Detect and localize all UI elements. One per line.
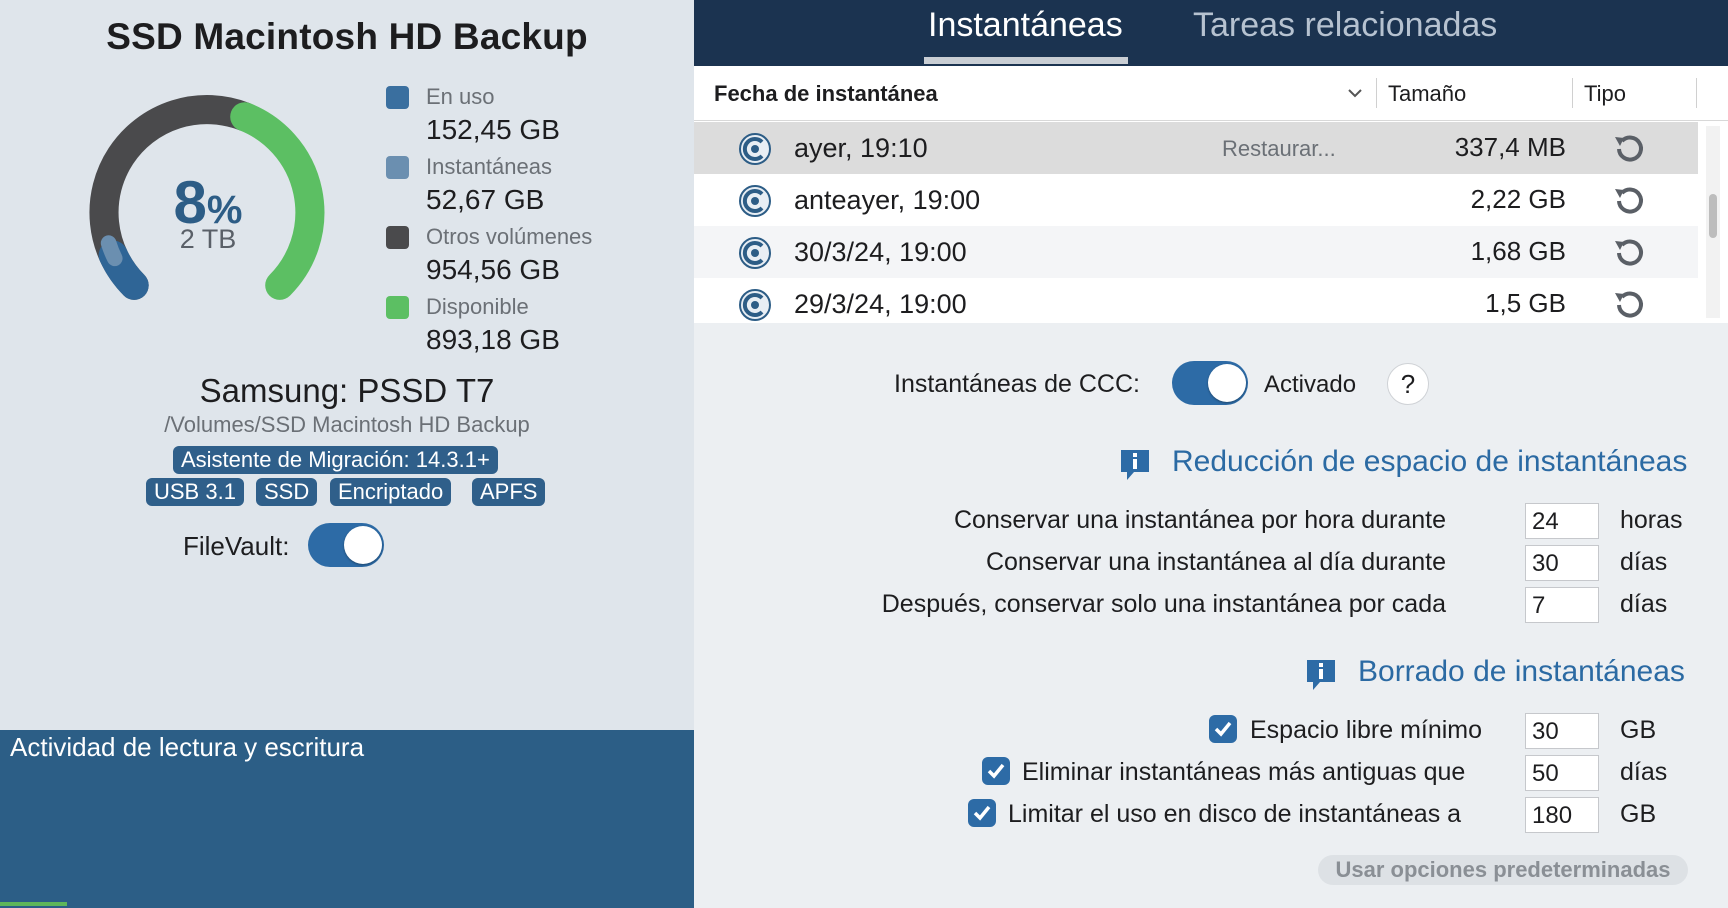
legend-value: 152,45 GB — [426, 114, 560, 145]
legend-value: 954,56 GB — [426, 254, 560, 285]
older-than-checkbox[interactable] — [982, 757, 1010, 785]
ccc-snapshots-label: Instantáneas de CCC: — [894, 370, 1140, 398]
legend-value: 893,18 GB — [426, 324, 560, 355]
older-than-label: Eliminar instantáneas más antiguas que — [1022, 758, 1466, 786]
snapshot-date: 29/3/24, 19:00 — [794, 289, 967, 319]
checkmark-icon — [1214, 721, 1232, 737]
daily-unit: días — [1620, 548, 1668, 576]
legend-label: En uso — [426, 84, 495, 109]
ccc-snapshot-icon — [739, 133, 771, 165]
ccc-snapshot-icon — [739, 185, 771, 217]
device-name: Samsung: PSSD T7 — [199, 372, 495, 409]
active-tab-indicator — [924, 57, 1128, 64]
table-header: Fecha de instantánea Tamaño Tipo — [694, 66, 1728, 121]
limit-usage-input[interactable]: 180 — [1525, 797, 1599, 833]
column-type[interactable]: Tipo — [1584, 81, 1626, 107]
snapshot-table: Fecha de instantánea Tamaño Tipo ayer, 1… — [694, 66, 1728, 323]
snapshot-type-icon — [1615, 187, 1643, 214]
info-icon[interactable] — [1304, 657, 1338, 693]
min-free-checkbox[interactable] — [1209, 715, 1237, 743]
volume-title: SSD Macintosh HD Backup — [106, 16, 588, 57]
sort-chevron-down-icon[interactable] — [1346, 84, 1364, 102]
older-than-unit: días — [1620, 758, 1668, 786]
reduction-section-title: Reducción de espacio de instantáneas — [1172, 445, 1688, 478]
snapshot-date: ayer, 19:10 — [794, 133, 928, 163]
snapshot-settings: Instantáneas de CCC: Activado ? Reducció… — [694, 323, 1728, 908]
table-row[interactable]: 29/3/24, 19:00 1,5 GB — [694, 278, 1698, 323]
snapshot-size: 1,68 GB — [1470, 236, 1566, 266]
filevault-label: FileVault: — [183, 531, 290, 561]
migration-badge: Asistente de Migración: 14.3.1+ — [173, 446, 498, 474]
tab-bar: Instantáneas Tareas relacionadas — [694, 0, 1728, 66]
checkmark-icon — [973, 805, 991, 821]
help-button[interactable]: ? — [1387, 363, 1429, 405]
after-label: Después, conservar solo una instantánea … — [881, 590, 1446, 618]
restore-button[interactable]: Restaurar... — [1222, 136, 1336, 162]
scrollbar-thumb[interactable] — [1709, 194, 1717, 238]
table-row[interactable]: anteayer, 19:00 2,22 GB — [694, 174, 1698, 226]
after-unit: días — [1620, 590, 1668, 618]
column-separator — [1376, 78, 1377, 108]
activity-progress-bar — [0, 902, 68, 906]
legend-label: Disponible — [426, 294, 529, 319]
table-scrollbar[interactable] — [1706, 126, 1720, 318]
toggle-knob — [1208, 364, 1246, 402]
snapshot-size: 1,5 GB — [1485, 288, 1566, 318]
ccc-snapshot-icon — [739, 289, 771, 321]
snapshot-size: 337,4 MB — [1454, 132, 1566, 162]
ccc-snapshot-icon — [739, 237, 771, 269]
capacity-label: 2 TB — [179, 224, 237, 254]
column-size[interactable]: Tamaño — [1388, 81, 1466, 107]
min-free-input[interactable]: 30 — [1525, 713, 1599, 749]
mount-path: /Volumes/SSD Macintosh HD Backup — [164, 412, 530, 437]
legend-swatch-other — [386, 226, 409, 249]
min-free-unit: GB — [1620, 716, 1657, 744]
snapshot-type-icon — [1615, 291, 1643, 318]
hourly-label: Conservar una instantánea por hora duran… — [954, 506, 1446, 534]
filevault-toggle[interactable] — [308, 523, 384, 567]
min-free-label: Espacio libre mínimo — [1250, 716, 1483, 744]
use-defaults-button[interactable]: Usar opciones predeterminadas — [1318, 855, 1688, 885]
apfs-badge: APFS — [472, 478, 546, 506]
legend-label: Instantáneas — [426, 154, 552, 179]
ssd-badge: SSD — [256, 478, 318, 506]
read-write-activity: Actividad de lectura y escritura — [0, 730, 694, 908]
deletion-section-title: Borrado de instantáneas — [1358, 655, 1685, 688]
table-row[interactable]: 30/3/24, 19:00 1,68 GB — [694, 226, 1698, 278]
after-input[interactable]: 7 — [1525, 587, 1599, 623]
limit-usage-checkbox[interactable] — [968, 799, 996, 827]
usb-badge: USB 3.1 — [146, 478, 244, 506]
limit-usage-unit: GB — [1620, 800, 1657, 828]
legend-swatch-snapshots — [386, 156, 409, 179]
snapshot-date: anteayer, 19:00 — [794, 185, 981, 215]
daily-input[interactable]: 30 — [1525, 545, 1599, 581]
snapshot-date: 30/3/24, 19:00 — [794, 237, 967, 267]
ccc-snapshots-toggle[interactable] — [1172, 361, 1248, 405]
tab-snapshots[interactable]: Instantáneas — [928, 6, 1123, 45]
ccc-snapshots-state: Activado — [1264, 371, 1357, 398]
checkmark-icon — [987, 763, 1005, 779]
activity-label: Actividad de lectura y escritura — [10, 732, 365, 762]
legend-swatch-available — [386, 296, 409, 319]
table-row[interactable]: ayer, 19:10 Restaurar... 337,4 MB — [694, 122, 1698, 174]
snapshot-type-icon — [1615, 239, 1643, 266]
column-separator — [1572, 78, 1573, 108]
legend-value: 52,67 GB — [426, 184, 545, 215]
snapshot-type-icon — [1615, 135, 1643, 162]
legend-swatch-in-use — [386, 86, 409, 109]
older-than-input[interactable]: 50 — [1525, 755, 1599, 791]
limit-usage-label: Limitar el uso en disco de instantáneas … — [1008, 800, 1462, 828]
info-icon[interactable] — [1118, 447, 1152, 483]
hourly-unit: horas — [1620, 506, 1683, 534]
legend-label: Otros volúmenes — [426, 224, 593, 249]
toggle-knob — [344, 526, 382, 564]
tab-related-tasks[interactable]: Tareas relacionadas — [1193, 6, 1497, 45]
snapshot-size: 2,22 GB — [1470, 184, 1566, 214]
column-date[interactable]: Fecha de instantánea — [714, 81, 938, 107]
hourly-input[interactable]: 24 — [1525, 503, 1599, 539]
column-separator — [1696, 78, 1697, 108]
daily-label: Conservar una instantánea al día durante — [985, 548, 1446, 576]
encrypted-badge: Encriptado — [330, 478, 452, 506]
